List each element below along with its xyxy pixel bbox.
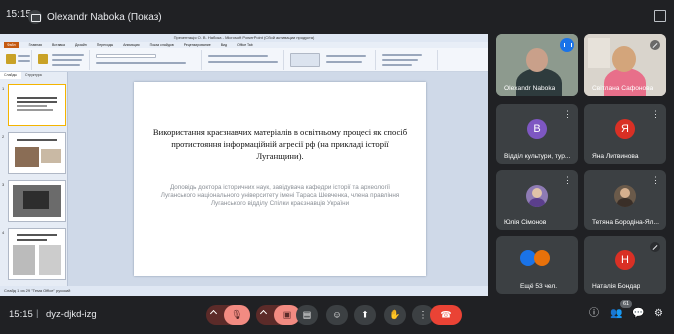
participant-avatar: Я (615, 119, 635, 139)
thumb-number: 2 (2, 134, 5, 139)
shared-screen: Презентація О. В. Набока - Microsoft Pow… (0, 34, 488, 296)
ppt-workarea: Слайды Структура 1 2 3 4 Використання кр… (0, 72, 488, 286)
participant-tile-tetiana[interactable]: ⋮ Тетяна Бородіна-Ял... (584, 170, 666, 230)
chevron-up-icon[interactable] (259, 309, 268, 318)
more-participants-tile[interactable]: Ещё 53 чел. (496, 236, 578, 294)
meeting-clock: 15:15 (9, 309, 33, 320)
people-icon[interactable]: 👥 (610, 309, 622, 319)
hand-icon: ✋ (389, 309, 401, 320)
participant-name: Юлія Сімонов (504, 219, 547, 226)
present-button[interactable]: ⬆ (354, 305, 376, 325)
ribbon-group-slides (34, 50, 90, 70)
leave-call-button[interactable]: ☎ (430, 305, 462, 325)
captions-button[interactable]: ▤ (296, 305, 318, 325)
panel-tab-slides: Слайды (0, 72, 22, 79)
chat-icon[interactable]: 💬 (632, 309, 644, 319)
captions-icon: ▤ (302, 309, 312, 320)
camera-control[interactable]: ▣ (256, 305, 300, 325)
mic-control[interactable]: 🎙 (206, 305, 250, 325)
participant-name: Відділ культури, тур... (504, 153, 571, 160)
participant-tile-yulia[interactable]: ⋮ Юлія Сімонов (496, 170, 578, 230)
camera-off-icon: ▣ (282, 309, 292, 320)
participant-name: Світлана Сафонова (592, 85, 654, 92)
more-options-icon[interactable]: ⋮ (651, 110, 660, 119)
emoji-icon: ☺ (332, 309, 342, 320)
slide-title: Використання краєзнавчих матеріалів в ос… (152, 127, 408, 161)
main-slide: Використання краєзнавчих матеріалів в ос… (134, 82, 426, 276)
present-screen-icon: ⬆ (361, 309, 369, 320)
thumb-number: 3 (2, 182, 5, 187)
panel-tab-outline: Структура (25, 73, 42, 77)
speaking-indicator-icon (560, 38, 574, 52)
top-bar: 15:15 Olexandr Naboka (Показ) (0, 0, 674, 34)
participant-name: Яна Литвинова (592, 153, 639, 160)
more-options-icon[interactable]: ⋮ (651, 176, 660, 185)
ribbon-group-clipboard (2, 50, 32, 70)
more-options-icon[interactable]: ⋮ (563, 110, 572, 119)
separator: | (36, 308, 39, 319)
thumb-number: 4 (2, 230, 5, 235)
participant-avatar: Н (615, 250, 635, 270)
fullscreen-icon[interactable] (654, 10, 666, 22)
presenter-name: Olexandr Naboka (Показ) (47, 11, 162, 23)
participant-photo (526, 185, 548, 207)
more-participants-label: Ещё 53 чел. (520, 283, 558, 290)
slide-panel: Слайды Структура 1 2 3 4 (0, 72, 68, 286)
participant-name: Olexandr Naboka (504, 85, 556, 92)
ppt-ribbon (0, 48, 488, 72)
participant-tile-olexandr[interactable]: Olexandr Naboka (496, 34, 578, 96)
participant-name: Тетяна Бородіна-Ял... (592, 219, 659, 226)
more-vertical-icon: ⋮ (418, 309, 428, 320)
ribbon-group-editing (378, 50, 438, 70)
presentation-icon (28, 10, 42, 24)
participant-tile-natalia[interactable]: Н Наталія Бондар (584, 236, 666, 294)
participant-tile-yana[interactable]: Я ⋮ Яна Литвинова (584, 104, 666, 164)
participant-tile-viddil[interactable]: В ⋮ Відділ культури, тур... (496, 104, 578, 164)
participant-tile-svitlana[interactable]: Світлана Сафонова (584, 34, 666, 96)
more-options-icon[interactable]: ⋮ (563, 176, 572, 185)
mic-off-icon (650, 242, 660, 252)
hang-up-icon: ☎ (440, 309, 452, 320)
ribbon-group-font (92, 50, 202, 70)
activities-icon[interactable]: ⚙ (654, 309, 663, 319)
thumb-number: 1 (2, 86, 5, 91)
meeting-code: dyz-djkd-izg (46, 309, 97, 320)
mic-off-icon (650, 40, 660, 50)
raise-hand-button[interactable]: ✋ (384, 305, 406, 325)
slide-thumbnail-1 (8, 84, 66, 126)
ppt-status-bar: Слайд 1 из 29 "Тема Office" русский (0, 286, 488, 296)
participant-avatar: В (527, 119, 547, 139)
participant-avatar (534, 250, 550, 266)
participant-name: Наталія Бондар (592, 283, 641, 290)
ribbon-group-drawing (286, 50, 376, 70)
meeting-info-icon[interactable]: ⓘ (589, 309, 599, 319)
ribbon-group-paragraph (204, 50, 284, 70)
slide-subtitle: Доповідь доктора історичних наук, завіду… (160, 184, 400, 207)
slide-panel-tabs: Слайды Структура (0, 72, 67, 79)
reactions-button[interactable]: ☺ (326, 305, 348, 325)
mic-off-icon: 🎙 (231, 309, 243, 320)
participant-photo (614, 185, 636, 207)
slide-thumbnail-2 (8, 132, 66, 174)
slide-thumbnail-4 (8, 228, 66, 280)
mic-toggle-button[interactable]: 🎙 (224, 305, 250, 325)
participant-count-badge: 61 (620, 300, 632, 308)
ppt-title-bar: Презентація О. В. Набока - Microsoft Pow… (0, 34, 488, 42)
bottom-bar: 15:15 | dyz-djkd-izg 🎙 ▣ ▤ ☺ ⬆ ✋ ⋮ ☎ ⓘ 👥… (0, 296, 674, 334)
chevron-up-icon[interactable] (209, 309, 218, 318)
slide-thumbnail-3 (8, 180, 66, 222)
presenter-chip[interactable]: Olexandr Naboka (Показ) (28, 10, 162, 24)
